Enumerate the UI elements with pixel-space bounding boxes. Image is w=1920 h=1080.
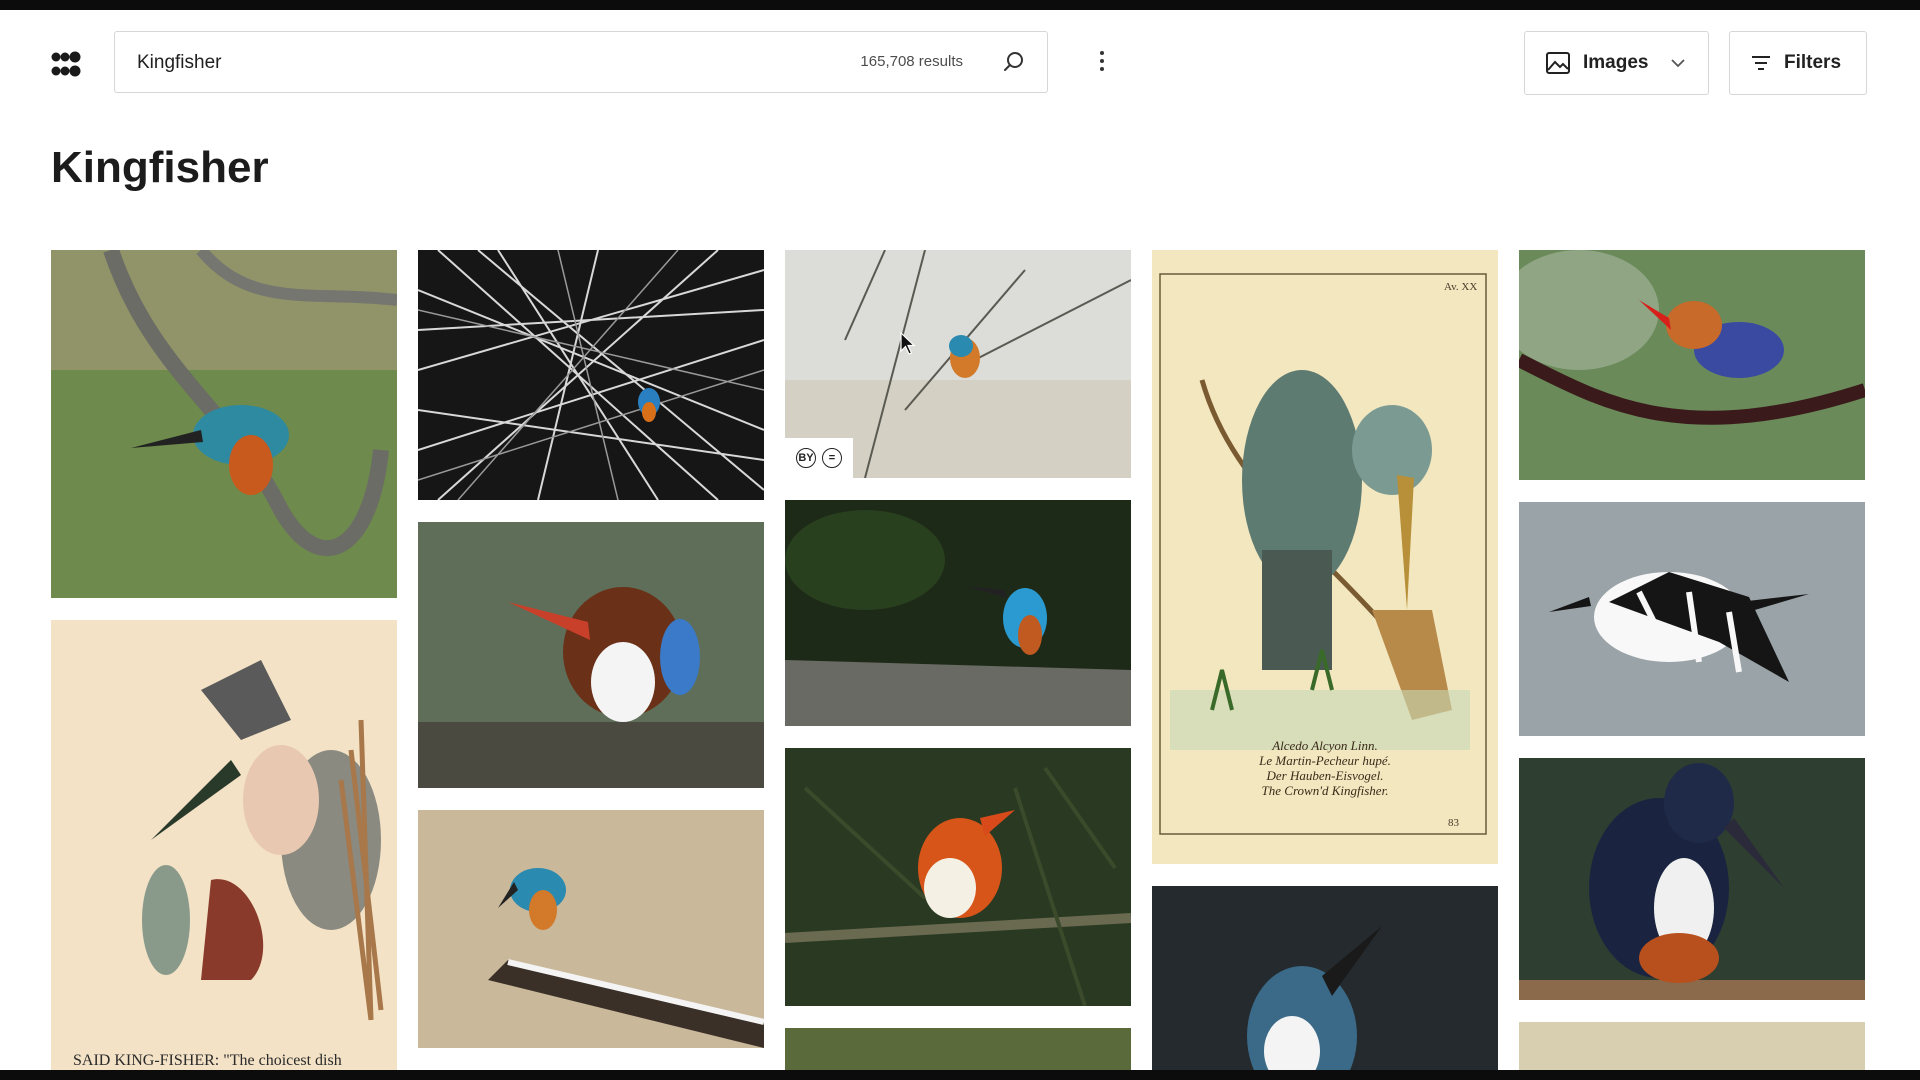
image-result[interactable]: [1152, 886, 1498, 1070]
engraving-line-4: The Crown'd Kingfisher.: [1262, 783, 1389, 798]
image-result[interactable]: SAID KING-FISHER: "The choicest dish: [51, 620, 397, 1070]
image-result[interactable]: Av. XX Alcedo Alcyon Linn. Le Martin-Pec…: [1152, 250, 1498, 864]
bottom-bar: [0, 1070, 1920, 1080]
search-icon[interactable]: [1001, 49, 1027, 75]
search-input[interactable]: [135, 32, 699, 93]
image-result[interactable]: [418, 522, 764, 788]
image-result[interactable]: [785, 1028, 1131, 1070]
chevron-down-icon: [1671, 59, 1686, 68]
engraving-line-3: Der Hauben-Eisvogel.: [1266, 768, 1384, 783]
image-icon: [1546, 52, 1570, 74]
license-badge-nd: =: [822, 448, 842, 468]
vintage-caption: SAID KING-FISHER: "The choicest dish: [73, 1052, 342, 1069]
results-count: 165,708 results: [860, 53, 963, 70]
top-bar: [0, 0, 1920, 10]
license-badges: BY =: [785, 438, 853, 478]
image-result[interactable]: [785, 500, 1131, 726]
search-bar: 165,708 results: [114, 31, 1048, 93]
filter-lines-icon: [1752, 56, 1770, 70]
license-badge-by: BY: [796, 448, 816, 468]
image-result[interactable]: [1519, 250, 1865, 480]
image-result[interactable]: [1519, 502, 1865, 736]
image-result[interactable]: [1519, 758, 1865, 1000]
image-result[interactable]: BY =: [785, 250, 1131, 478]
content-type-button[interactable]: Images: [1524, 31, 1709, 95]
image-result[interactable]: [418, 250, 764, 500]
image-result[interactable]: [1519, 1022, 1865, 1070]
image-result[interactable]: [51, 250, 397, 598]
image-result[interactable]: [418, 810, 764, 1048]
mouse-cursor-icon: [900, 331, 916, 356]
content-type-label: Images: [1583, 52, 1649, 73]
engraving-line-1: Alcedo Alcyon Linn.: [1271, 738, 1378, 753]
filters-button[interactable]: Filters: [1729, 31, 1867, 95]
page-title: Kingfisher: [51, 143, 269, 192]
engraving-plate-number: Av. XX: [1444, 281, 1477, 293]
filters-label: Filters: [1784, 52, 1842, 73]
engraving-page-number: 83: [1448, 817, 1460, 829]
engraving-line-2: Le Martin-Pecheur hupé.: [1258, 753, 1391, 768]
openverse-logo-icon[interactable]: [51, 50, 81, 80]
image-result[interactable]: [785, 748, 1131, 1006]
more-vertical-icon[interactable]: [1090, 48, 1114, 78]
